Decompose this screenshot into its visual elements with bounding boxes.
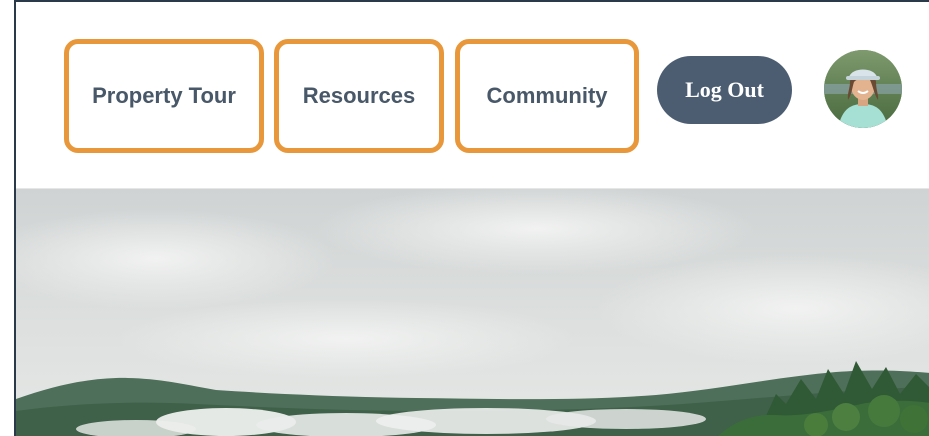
logout-button-label: Log Out bbox=[685, 77, 764, 102]
nav-community[interactable]: Community bbox=[455, 39, 639, 153]
nav-property-tour-label: Property Tour bbox=[92, 83, 236, 108]
hero-image bbox=[16, 189, 929, 436]
logout-button[interactable]: Log Out bbox=[657, 56, 792, 124]
user-avatar[interactable] bbox=[824, 50, 902, 128]
hero-landscape-photo bbox=[16, 189, 929, 436]
nav-community-label: Community bbox=[486, 83, 608, 108]
avatar-photo bbox=[824, 50, 902, 128]
site-header: Property Tour Resources Community Log Ou… bbox=[16, 2, 929, 189]
nav-property-tour[interactable]: Property Tour bbox=[64, 39, 264, 153]
nav-resources[interactable]: Resources bbox=[274, 39, 444, 153]
nav-resources-label: Resources bbox=[302, 83, 416, 108]
app-window: Property Tour Resources Community Log Ou… bbox=[14, 0, 929, 436]
